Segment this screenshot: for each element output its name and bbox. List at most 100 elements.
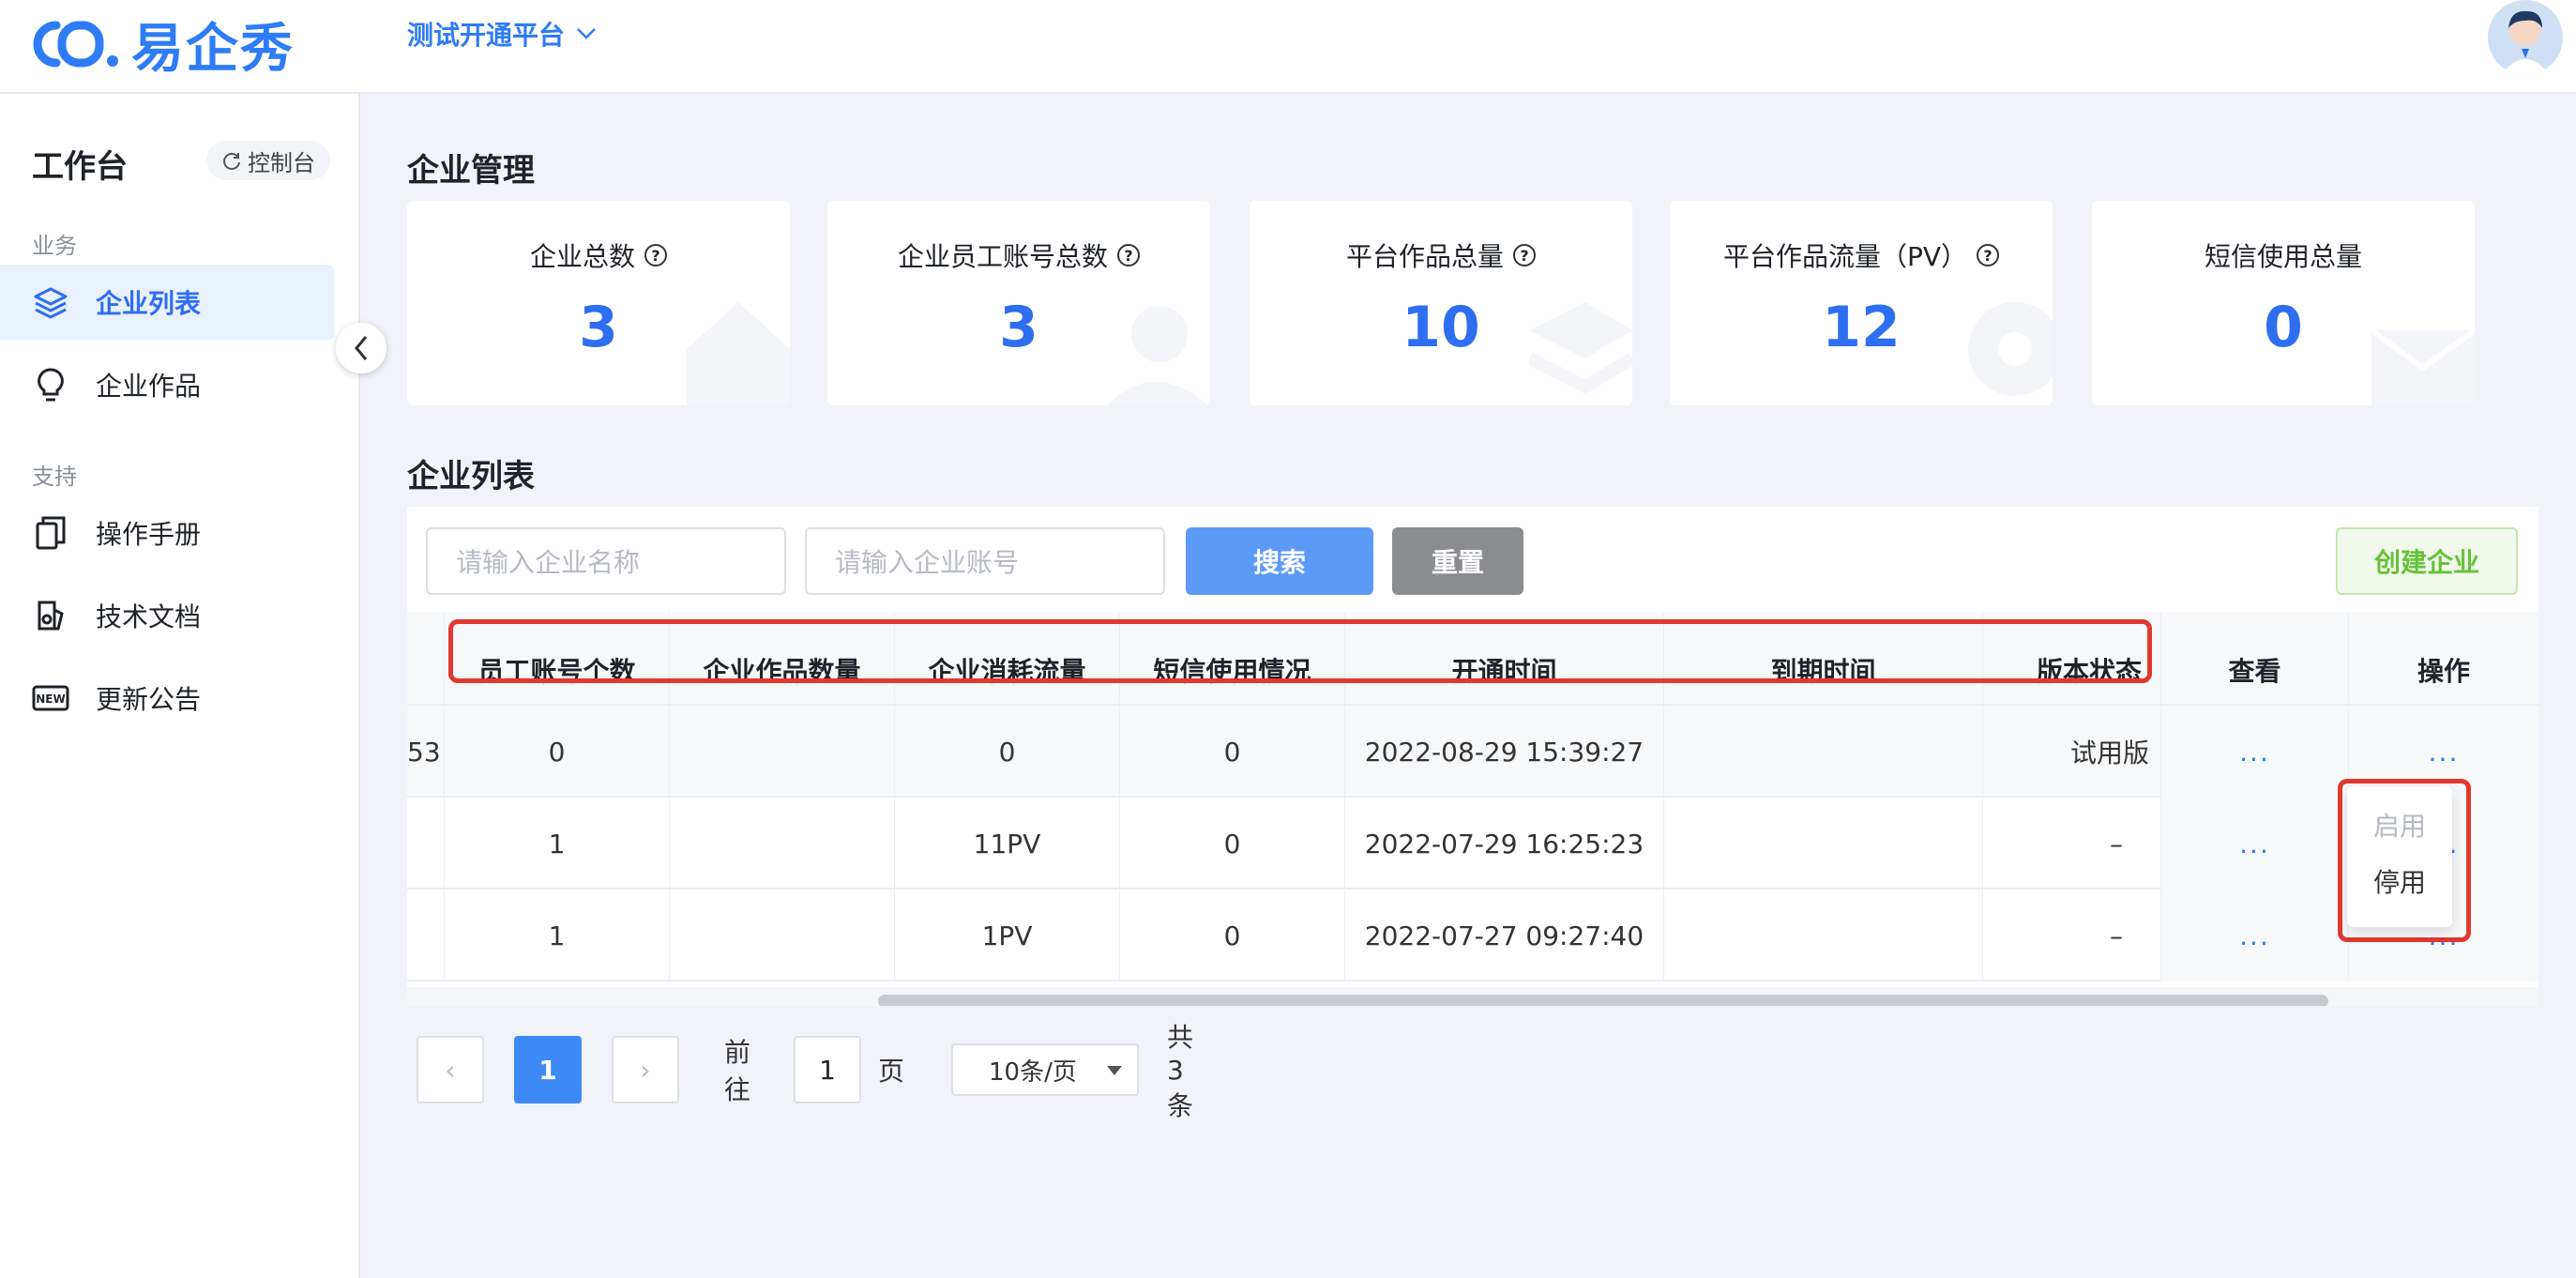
sidebar-item-announcements[interactable]: NEW 更新公告 bbox=[0, 661, 334, 736]
stat-label: 短信使用总量 bbox=[2204, 241, 2362, 272]
view-button[interactable]: ... bbox=[2161, 890, 2349, 981]
platform-switcher[interactable]: 测试开通平台 bbox=[407, 15, 597, 53]
sidebar-item-manual[interactable]: 操作手册 bbox=[0, 495, 334, 571]
chevron-right-icon: › bbox=[640, 1054, 651, 1086]
sidebar-item-tech-docs[interactable]: 技术文档 bbox=[0, 578, 334, 653]
stat-label: 平台作品总量 bbox=[1345, 241, 1504, 272]
cell-employees: 0 bbox=[445, 706, 670, 798]
column-header-action: 操作 bbox=[2417, 656, 2470, 687]
stat-label: 平台作品流量（PV） bbox=[1722, 241, 1968, 272]
page-button-1[interactable]: 1 bbox=[514, 1036, 582, 1103]
refresh-icon bbox=[223, 153, 240, 170]
column-header-employees[interactable]: 员工账号个数 bbox=[445, 612, 670, 706]
total-count: 共 3 条 bbox=[1167, 1021, 1194, 1121]
cell-traffic: 1PV bbox=[895, 890, 1120, 981]
sidebar-item-label: 操作手册 bbox=[96, 519, 202, 550]
stat-card-employee-accounts: 企业员工账号总数? 3 bbox=[827, 201, 1210, 405]
sidebar-item-label: 更新公告 bbox=[96, 684, 202, 715]
column-header-view: 查看 bbox=[2161, 612, 2349, 706]
caret-down-icon bbox=[1107, 1066, 1122, 1075]
company-name-input[interactable]: 请输入企业名称 bbox=[426, 527, 786, 595]
cell-traffic: 11PV bbox=[895, 798, 1120, 890]
column-header-works[interactable]: 企业作品数量 bbox=[670, 612, 895, 706]
console-button[interactable]: 控制台 bbox=[206, 141, 330, 180]
cell-partial: 53 bbox=[407, 706, 445, 798]
column-header-traffic[interactable]: 企业消耗流量 bbox=[895, 612, 1120, 706]
logo-mark-icon bbox=[33, 21, 118, 68]
sidebar-item-company-list[interactable]: 企业列表 bbox=[0, 265, 334, 340]
help-icon[interactable]: ? bbox=[1977, 244, 2000, 266]
view-button[interactable]: ... bbox=[2161, 798, 2349, 890]
page-size-value: 10条/页 bbox=[989, 1057, 1077, 1087]
cell-open-time: 2022-08-29 15:39:27 bbox=[1345, 706, 1664, 798]
cell-works bbox=[670, 890, 895, 981]
view-button[interactable]: ... bbox=[2161, 706, 2349, 798]
cell-works bbox=[670, 706, 895, 798]
help-icon[interactable]: ? bbox=[644, 244, 667, 266]
sidebar-item-label: 企业作品 bbox=[96, 371, 202, 402]
page-size-select[interactable]: 10条/页 bbox=[951, 1043, 1139, 1096]
list-toolbar: 请输入企业名称 请输入企业账号 搜索 重置 创建企业 bbox=[407, 507, 2538, 612]
company-list-panel: 请输入企业名称 请输入企业账号 搜索 重置 创建企业 员工账号个数 企业作品数量… bbox=[407, 507, 2538, 1013]
management-title: 企业管理 bbox=[407, 152, 535, 190]
page-unit-label: 页 bbox=[878, 1056, 905, 1087]
workspace-title: 工作台 bbox=[32, 148, 128, 186]
menu-item-disable[interactable]: 停用 bbox=[2347, 854, 2452, 908]
cell-expire-time bbox=[1664, 706, 1983, 798]
console-label: 控制台 bbox=[248, 149, 315, 176]
chevron-down-icon bbox=[577, 28, 596, 39]
more-dots-icon: ... bbox=[2239, 920, 2270, 951]
column-header-expire-time[interactable]: 到期时间 bbox=[1664, 612, 1983, 706]
action-dropdown-menu: 启用 停用 bbox=[2347, 786, 2452, 927]
help-icon[interactable]: ? bbox=[1117, 244, 1140, 266]
table-row: 1 1PV 0 2022-07-27 09:27:40 – ... ... bbox=[407, 890, 2538, 981]
column-header-open-time[interactable]: 开通时间 bbox=[1345, 612, 1664, 706]
avatar-icon bbox=[2488, 0, 2563, 75]
sidebar-collapse-button[interactable] bbox=[336, 323, 386, 373]
company-table: 员工账号个数 企业作品数量 企业消耗流量 短信使用情况 开通时间 到期时间 版本… bbox=[407, 612, 2538, 1006]
sidebar-item-label: 企业列表 bbox=[96, 288, 202, 319]
cell-sms: 0 bbox=[1120, 706, 1345, 798]
action-button[interactable]: ... bbox=[2349, 706, 2538, 798]
cell-expire-time bbox=[1664, 890, 1983, 981]
more-dots-icon: ... bbox=[2239, 736, 2270, 768]
goto-page-input[interactable]: 1 bbox=[794, 1036, 861, 1103]
sidebar-item-company-works[interactable]: 企业作品 bbox=[0, 347, 334, 422]
table-row: 53 0 0 0 2022-08-29 15:39:27 试用版 ... ... bbox=[407, 706, 2538, 798]
cell-version: – bbox=[1983, 890, 2161, 981]
stat-value: 3 bbox=[999, 295, 1038, 360]
column-header-partial bbox=[407, 612, 445, 706]
more-dots-icon: ... bbox=[2239, 828, 2270, 860]
column-header-sms[interactable]: 短信使用情况 bbox=[1120, 612, 1345, 706]
layers-icon bbox=[32, 283, 69, 321]
stat-card-sms-total: 短信使用总量 0 bbox=[2092, 201, 2475, 405]
search-button[interactable]: 搜索 bbox=[1186, 527, 1373, 595]
stat-value: 12 bbox=[1822, 295, 1901, 360]
prev-page-button[interactable]: ‹ bbox=[417, 1036, 484, 1103]
user-avatar[interactable] bbox=[2488, 0, 2563, 75]
cell-open-time: 2022-07-27 09:27:40 bbox=[1345, 890, 1664, 981]
company-account-input[interactable]: 请输入企业账号 bbox=[805, 527, 1165, 595]
cell-open-time: 2022-07-29 16:25:23 bbox=[1345, 798, 1664, 890]
reset-button[interactable]: 重置 bbox=[1392, 527, 1523, 595]
cell-employees: 1 bbox=[445, 798, 670, 890]
cell-partial bbox=[407, 890, 445, 981]
bulb-icon bbox=[32, 366, 69, 403]
cell-employees: 1 bbox=[445, 890, 670, 981]
menu-item-enable[interactable]: 启用 bbox=[2347, 798, 2452, 852]
stat-card-works-traffic: 平台作品流量（PV）? 12 bbox=[1670, 201, 2053, 405]
list-title: 企业列表 bbox=[407, 458, 535, 495]
more-dots-icon: ... bbox=[2428, 736, 2460, 768]
brand-logo[interactable]: 易企秀 bbox=[32, 11, 295, 80]
scrollbar-thumb[interactable] bbox=[878, 995, 2328, 1006]
next-page-button[interactable]: › bbox=[612, 1036, 679, 1103]
stat-label: 企业总数 bbox=[529, 241, 635, 272]
sidebar: 工作台 控制台 业务 企业列表 企业作品 支持 操作手册 技术文档 NEW 更新… bbox=[0, 94, 360, 1278]
column-header-version[interactable]: 版本状态 bbox=[1983, 612, 2161, 706]
horizontal-scrollbar[interactable] bbox=[407, 987, 2538, 1006]
help-icon[interactable]: ? bbox=[1513, 244, 1536, 266]
create-company-button[interactable]: 创建企业 bbox=[2336, 527, 2518, 595]
stat-value: 3 bbox=[579, 295, 618, 360]
chevron-left-icon: ‹ bbox=[445, 1054, 456, 1086]
cell-version: 试用版 bbox=[1983, 706, 2161, 798]
